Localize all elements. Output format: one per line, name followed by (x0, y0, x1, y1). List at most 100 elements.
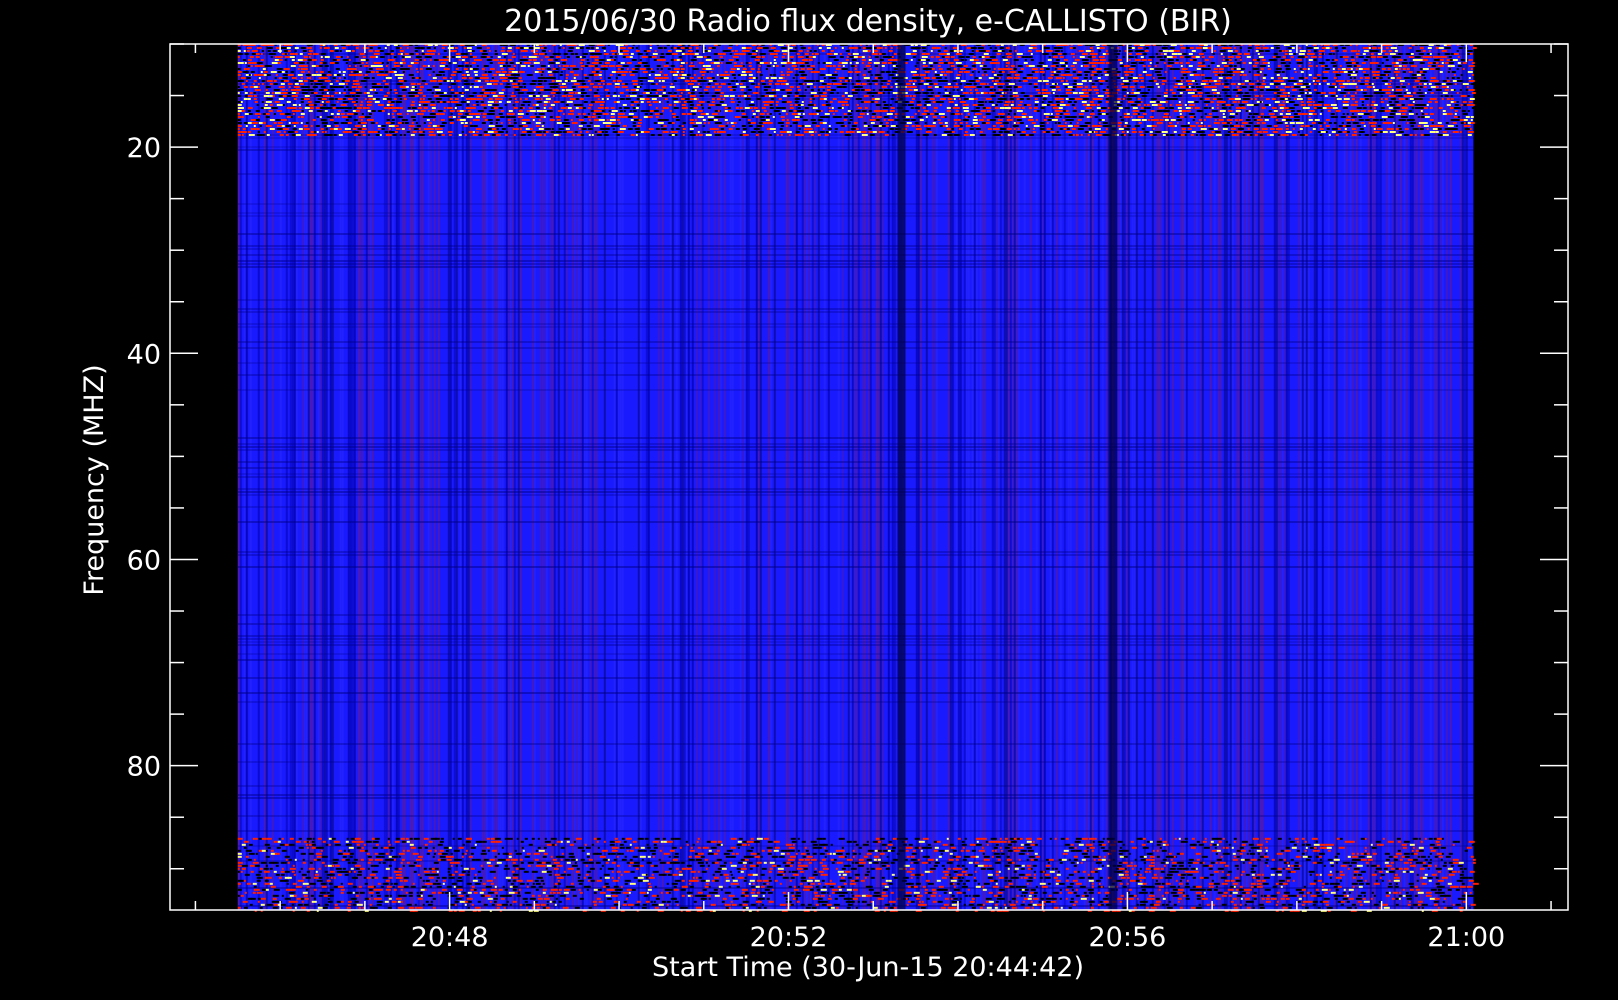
rfi-pixel (241, 83, 245, 85)
rfi-pixel (1411, 74, 1417, 76)
rfi-pixel (308, 50, 313, 52)
rfi-pixel (467, 110, 471, 112)
rfi-pixel (862, 50, 868, 52)
rfi-pixel (401, 119, 406, 121)
rfi-pixel (672, 74, 678, 76)
rfi-pixel (737, 95, 740, 97)
rfi-pixel (1042, 95, 1048, 97)
rfi-pixel (535, 116, 540, 118)
rfi-pixel (741, 116, 748, 118)
rfi-pixel (518, 77, 522, 79)
rfi-pixel (351, 74, 358, 76)
rfi-pixel (1262, 62, 1268, 64)
rfi-pixel (509, 62, 514, 64)
rfi-pixel (458, 59, 461, 61)
rfi-pixel (1311, 122, 1316, 124)
rfi-pixel (473, 125, 478, 127)
rfi-pixel (650, 71, 655, 73)
rfi-pixel (646, 95, 653, 97)
rfi-pixel (680, 68, 685, 70)
rfi-pixel (1452, 59, 1458, 61)
rfi-pixel (397, 74, 404, 76)
rfi-pixel (1322, 80, 1327, 82)
rfi-pixel (845, 50, 850, 52)
rfi-pixel (955, 77, 960, 79)
rfi-pixel (455, 68, 459, 70)
rfi-pixel (1233, 83, 1236, 85)
rfi-pixel (755, 50, 758, 52)
rfi-pixel (286, 47, 291, 49)
rfi-pixel (606, 122, 612, 124)
rfi-pixel (1029, 95, 1033, 97)
rfi-pixel (1429, 107, 1433, 109)
rfi-pixel (1122, 56, 1125, 58)
rfi-pixel (938, 62, 944, 64)
rfi-pixel (933, 62, 938, 64)
spectrogram-row (237, 692, 1474, 694)
rfi-pixel (1360, 89, 1363, 91)
rfi-pixel (730, 68, 736, 70)
rfi-pixel (1102, 122, 1108, 124)
rfi-pixel (1364, 80, 1369, 82)
rfi-pixel (1155, 53, 1158, 55)
rfi-pixel (1228, 98, 1235, 100)
rfi-pixel (245, 125, 248, 127)
rfi-pixel (1206, 86, 1212, 88)
rfi-pixel (435, 74, 442, 76)
rfi-pixel (262, 122, 266, 124)
rfi-pixel (1368, 95, 1373, 97)
rfi-pixel (1241, 86, 1247, 88)
rfi-pixel (1402, 110, 1407, 112)
rfi-pixel (429, 104, 436, 106)
rfi-pixel (883, 104, 889, 106)
rfi-pixel (517, 80, 523, 82)
rfi-pixel (1463, 119, 1468, 121)
rfi-pixel (1202, 50, 1206, 52)
rfi-pixel (500, 110, 504, 112)
rfi-pixel (1192, 119, 1195, 121)
rfi-pixel (392, 110, 397, 112)
rfi-pixel (841, 104, 845, 106)
spectrogram-row (237, 308, 1474, 310)
rfi-pixel (469, 122, 472, 124)
rfi-pixel (1344, 59, 1348, 61)
rfi-pixel (625, 98, 631, 100)
rfi-pixel (1350, 56, 1354, 58)
rfi-pixel (931, 47, 937, 49)
rfi-pixel (513, 107, 518, 109)
rfi-pixel (1067, 113, 1070, 115)
rfi-pixel (796, 53, 800, 55)
rfi-pixel (631, 47, 634, 49)
rfi-pixel (831, 74, 838, 76)
rfi-pixel (687, 50, 693, 52)
rfi-pixel (350, 68, 357, 70)
spectrogram-row (237, 449, 1474, 451)
rfi-pixel (1137, 113, 1140, 115)
rfi-pixel (707, 122, 710, 124)
rfi-pixel (404, 89, 407, 91)
rfi-pixel (1308, 59, 1313, 61)
rfi-pixel (756, 71, 761, 73)
rfi-pixel (1101, 113, 1106, 115)
rfi-pixel (875, 119, 880, 121)
rfi-pixel (844, 98, 850, 100)
rfi-pixel (814, 53, 819, 55)
rfi-pixel (1429, 113, 1434, 115)
spectrogram-row (237, 488, 1474, 490)
rfi-pixel (265, 113, 270, 115)
rfi-pixel (1335, 95, 1338, 97)
rfi-pixel (475, 68, 478, 70)
rfi-pixel (293, 125, 296, 127)
rfi-pixel (1211, 110, 1218, 112)
rfi-pixel (929, 113, 934, 115)
rfi-pixel (1148, 80, 1154, 82)
rfi-pixel (422, 116, 428, 118)
rfi-pixel (873, 47, 877, 49)
rfi-pixel (1325, 59, 1330, 61)
rfi-pixel (926, 68, 932, 70)
rfi-pixel (1255, 47, 1261, 49)
rfi-pixel (813, 50, 817, 52)
rfi-pixel (1405, 89, 1408, 91)
rfi-pixel (1228, 116, 1235, 118)
rfi-pixel (1205, 83, 1209, 85)
